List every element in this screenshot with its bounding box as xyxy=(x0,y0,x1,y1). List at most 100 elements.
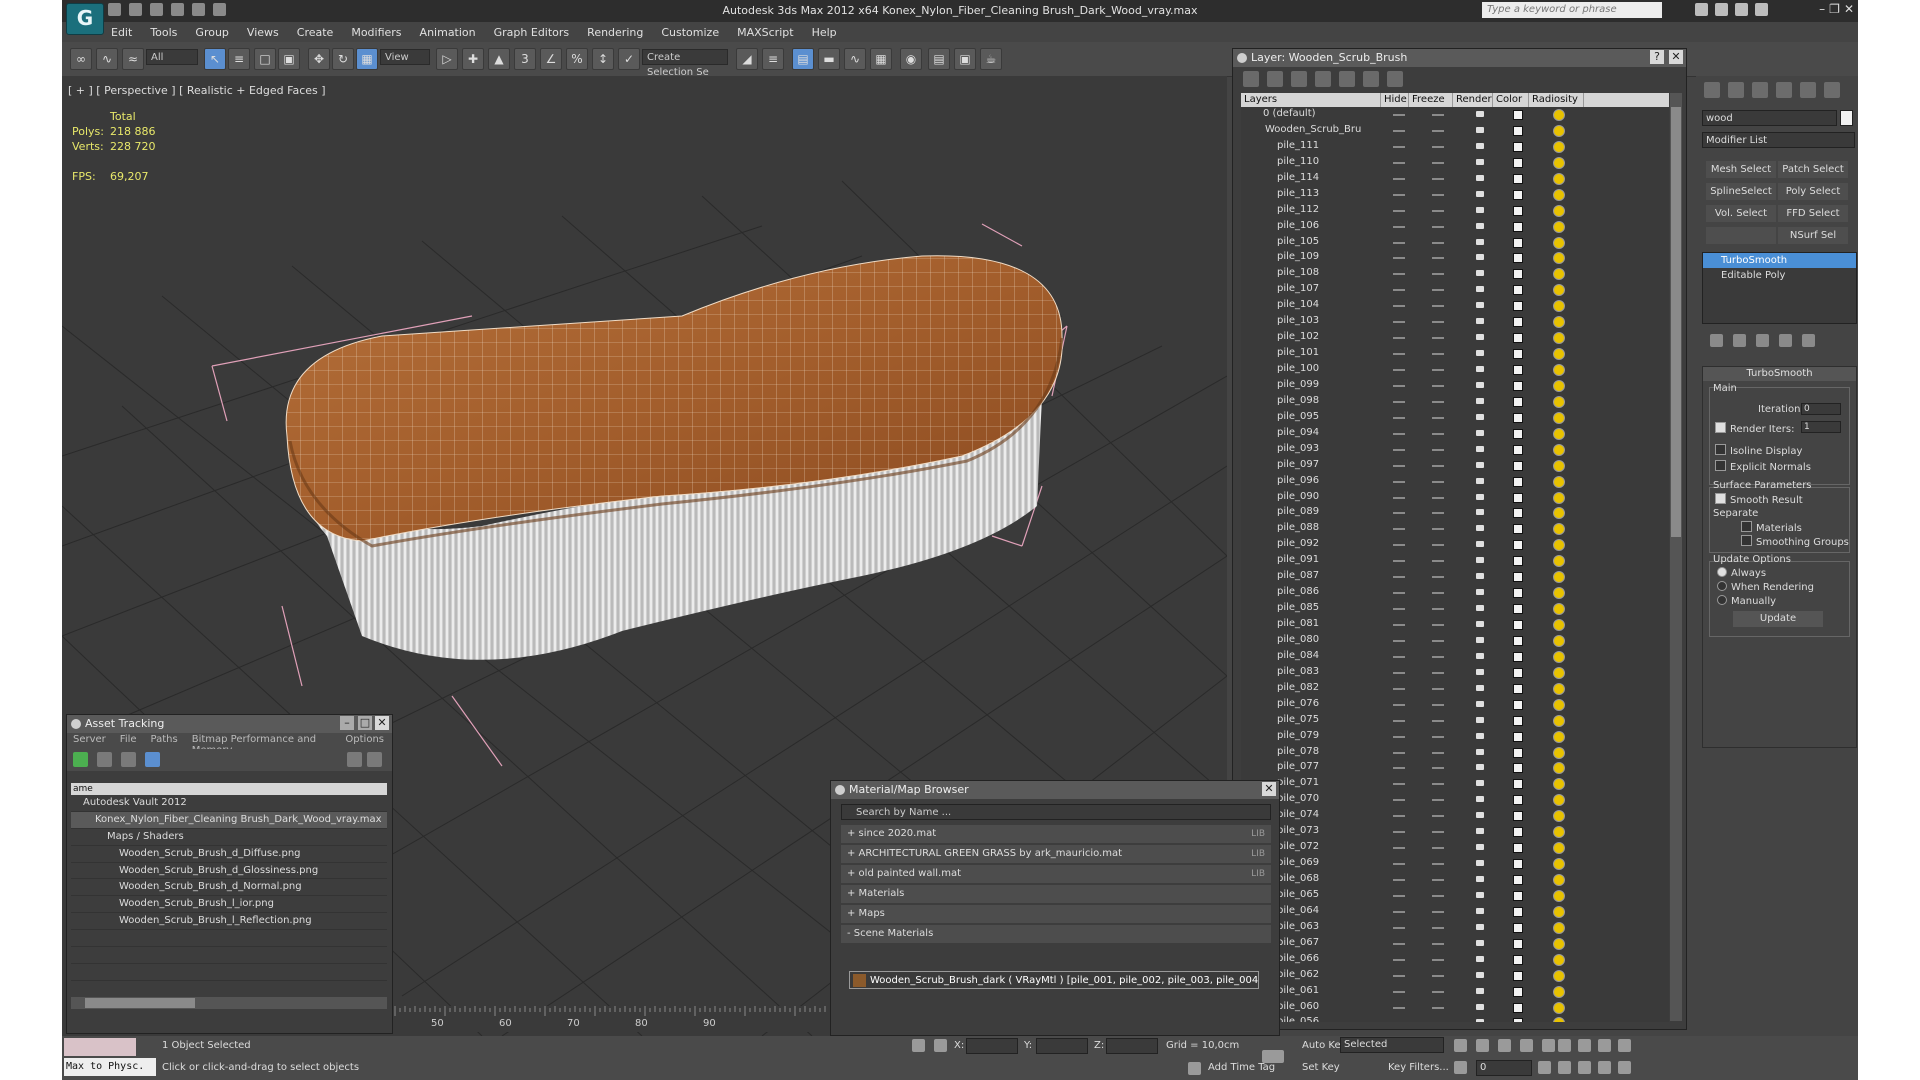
render-toggle-icon[interactable] xyxy=(1476,652,1484,659)
freeze-toggle[interactable] xyxy=(1432,416,1444,419)
viewport-label[interactable]: [ + ] [ Perspective ] [ Realistic + Edge… xyxy=(68,84,326,97)
schematic-view-icon[interactable]: ▦ xyxy=(870,48,892,70)
key-mode-dropdown[interactable]: Selected xyxy=(1340,1037,1444,1053)
hide-toggle[interactable] xyxy=(1393,464,1405,467)
render-toggle-icon[interactable] xyxy=(1476,1019,1484,1022)
asset-row[interactable]: Konex_Nylon_Fiber_Cleaning Brush_Dark_Wo… xyxy=(71,811,387,829)
radiosity-icon[interactable] xyxy=(1553,634,1565,647)
hide-toggle[interactable] xyxy=(1393,767,1405,770)
highlight-selected-icon[interactable] xyxy=(1339,71,1355,87)
freeze-toggle[interactable] xyxy=(1432,400,1444,403)
hide-toggle[interactable] xyxy=(1393,161,1405,164)
layer-color-swatch[interactable] xyxy=(1513,827,1523,838)
layer-row[interactable]: pile_065 xyxy=(1241,888,1669,904)
layer-row[interactable]: pile_084 xyxy=(1241,649,1669,665)
hide-toggle[interactable] xyxy=(1393,560,1405,563)
rect-region-icon[interactable]: □ xyxy=(254,48,276,70)
freeze-toggle[interactable] xyxy=(1432,161,1444,164)
freeze-toggle[interactable] xyxy=(1432,209,1444,212)
poly-select-button[interactable]: Poly Select xyxy=(1778,183,1848,200)
radiosity-icon[interactable] xyxy=(1553,188,1565,201)
layer-color-swatch[interactable] xyxy=(1513,444,1523,455)
time-tag-icon[interactable] xyxy=(1188,1062,1201,1075)
menu-customize[interactable]: Customize xyxy=(652,22,728,42)
layer-row[interactable]: pile_103 xyxy=(1241,314,1669,330)
hide-toggle[interactable] xyxy=(1393,480,1405,483)
layer-color-swatch[interactable] xyxy=(1513,365,1523,375)
render-toggle-icon[interactable] xyxy=(1476,445,1484,452)
render-toggle-icon[interactable] xyxy=(1476,302,1484,309)
layer-color-swatch[interactable] xyxy=(1513,285,1523,296)
freeze-toggle[interactable] xyxy=(1432,145,1444,148)
layer-row[interactable]: pile_083 xyxy=(1241,665,1669,681)
freeze-toggle[interactable] xyxy=(1432,576,1444,579)
menu-edit[interactable]: Edit xyxy=(102,22,141,42)
radiosity-icon[interactable] xyxy=(1553,156,1565,169)
layer-color-swatch[interactable] xyxy=(1513,572,1523,583)
tree-view-icon[interactable] xyxy=(121,752,136,767)
radiosity-icon[interactable] xyxy=(1553,874,1565,886)
hide-toggle[interactable] xyxy=(1393,639,1405,642)
layer-color-swatch[interactable] xyxy=(1513,396,1523,407)
spline-select-button[interactable]: SplineSelect xyxy=(1706,183,1776,200)
snap-3d-icon[interactable]: 3 xyxy=(514,48,536,70)
render-toggle-icon[interactable] xyxy=(1476,716,1484,723)
hide-all-layers-icon[interactable] xyxy=(1363,71,1379,87)
render-toggle-icon[interactable] xyxy=(1476,955,1484,962)
maximize-icon[interactable]: □ xyxy=(358,716,372,730)
freeze-toggle[interactable] xyxy=(1432,369,1444,371)
render-toggle-icon[interactable] xyxy=(1476,605,1484,612)
layer-color-swatch[interactable] xyxy=(1513,620,1523,630)
freeze-toggle[interactable] xyxy=(1432,703,1444,706)
time-configuration-icon[interactable] xyxy=(1538,1061,1551,1074)
layer-color-swatch[interactable] xyxy=(1513,380,1523,391)
layer-color-swatch[interactable] xyxy=(1513,875,1523,885)
menu-tools[interactable]: Tools xyxy=(141,22,186,42)
layer-row[interactable]: pile_081 xyxy=(1241,617,1669,633)
render-toggle-icon[interactable] xyxy=(1476,238,1484,245)
layer-row[interactable]: pile_066 xyxy=(1241,952,1669,968)
render-toggle-icon[interactable] xyxy=(1476,413,1484,420)
freeze-toggle[interactable] xyxy=(1432,783,1444,786)
mesh-select-button[interactable]: Mesh Select xyxy=(1706,161,1776,178)
render-toggle-icon[interactable] xyxy=(1476,621,1484,627)
field-of-view-icon[interactable] xyxy=(1558,1061,1571,1074)
layer-row[interactable]: pile_075 xyxy=(1241,713,1669,729)
layer-color-swatch[interactable] xyxy=(1513,1002,1523,1013)
render-toggle-icon[interactable] xyxy=(1476,907,1484,914)
menu-views[interactable]: Views xyxy=(238,22,288,42)
radiosity-icon[interactable] xyxy=(1553,794,1565,807)
hide-toggle[interactable] xyxy=(1393,735,1405,738)
hide-toggle[interactable] xyxy=(1393,958,1405,961)
render-toggle-icon[interactable] xyxy=(1476,461,1484,468)
when-rendering-radio[interactable] xyxy=(1717,581,1727,591)
radiosity-icon[interactable] xyxy=(1553,300,1565,313)
radiosity-icon[interactable] xyxy=(1553,316,1565,329)
render-toggle-icon[interactable] xyxy=(1476,381,1484,388)
hide-toggle[interactable] xyxy=(1393,879,1405,881)
layer-color-swatch[interactable] xyxy=(1513,922,1523,933)
menu-create[interactable]: Create xyxy=(288,22,343,42)
next-frame-icon[interactable] xyxy=(1520,1039,1533,1052)
radiosity-icon[interactable] xyxy=(1553,714,1565,727)
radiosity-icon[interactable] xyxy=(1553,746,1565,759)
column-radiosity[interactable]: Radiosity xyxy=(1529,93,1584,107)
radiosity-icon[interactable] xyxy=(1553,252,1565,265)
column-color[interactable]: Color xyxy=(1493,93,1529,107)
layer-row[interactable]: pile_099 xyxy=(1241,378,1669,394)
hide-toggle[interactable] xyxy=(1393,114,1405,116)
layer-row[interactable]: pile_097 xyxy=(1241,458,1669,474)
layer-color-swatch[interactable] xyxy=(1513,237,1523,248)
layer-color-swatch[interactable] xyxy=(1513,524,1523,535)
radiosity-icon[interactable] xyxy=(1553,459,1565,472)
isoline-checkbox[interactable] xyxy=(1715,444,1726,455)
radiosity-icon[interactable] xyxy=(1553,937,1565,950)
render-toggle-icon[interactable] xyxy=(1476,366,1484,372)
freeze-toggle[interactable] xyxy=(1432,926,1444,929)
radiosity-icon[interactable] xyxy=(1553,475,1565,488)
hide-toggle[interactable] xyxy=(1393,273,1405,276)
render-toggle-icon[interactable] xyxy=(1476,126,1484,133)
layer-row[interactable]: pile_096 xyxy=(1241,474,1669,490)
radiosity-icon[interactable] xyxy=(1553,905,1565,918)
freeze-toggle[interactable] xyxy=(1432,114,1444,116)
